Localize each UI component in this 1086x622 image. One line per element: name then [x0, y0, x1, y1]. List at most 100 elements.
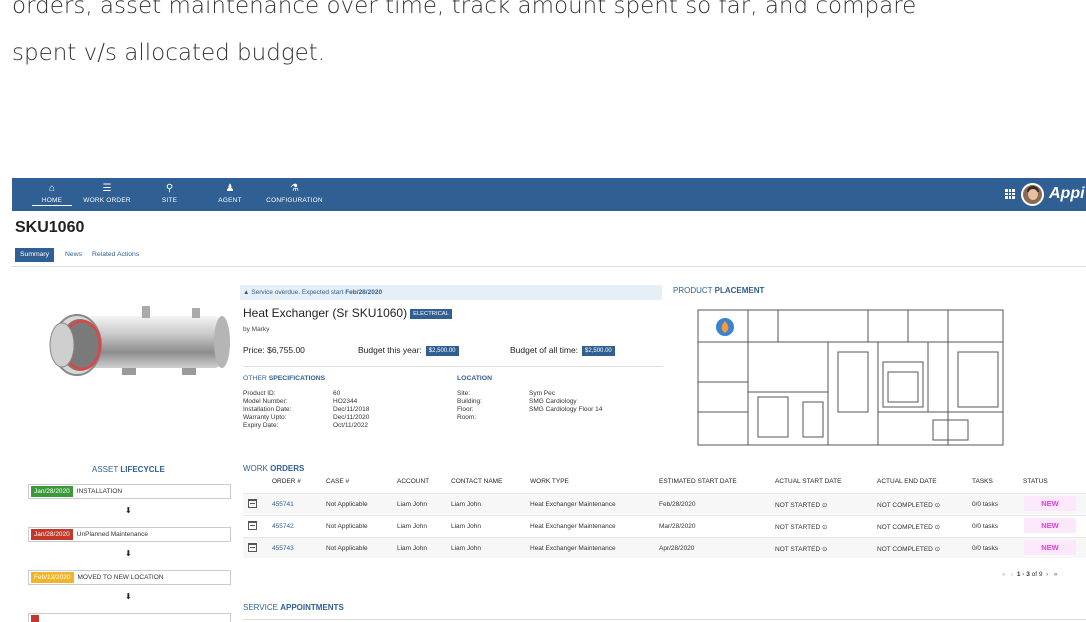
col-order[interactable]: ORDER # — [272, 478, 301, 485]
tab-divider — [12, 266, 1086, 267]
location-heading: LOCATION — [457, 375, 492, 382]
down-arrow-icon: ⬇ — [125, 506, 132, 515]
status-badge: NEW — [1024, 518, 1076, 533]
divider — [243, 366, 663, 367]
col-case[interactable]: CASE # — [326, 478, 349, 485]
location-row: Floor: SMG Cardiology Floor 14 — [457, 406, 603, 413]
user-avatar[interactable] — [1021, 183, 1044, 206]
account-cell: Liam John — [397, 523, 427, 530]
intro-line-2: spent v/s allocated budget. — [12, 40, 326, 66]
nav-agent[interactable]: ♟ AGENT — [215, 178, 245, 211]
status-badge: NEW — [1024, 496, 1076, 511]
location-list: Site: Sym Pec Building: SMG Cardiology Flo… — [457, 390, 667, 422]
last-page-button[interactable]: » — [1054, 571, 1058, 578]
page-title: SKU1060 — [15, 219, 85, 236]
budget-all: Budget of all time: $2,500.00 — [510, 345, 615, 356]
col-actual-end[interactable]: ACTUAL END DATE — [877, 478, 937, 485]
contact-cell: Liam John — [451, 545, 481, 552]
page-total: of 9 — [1031, 571, 1043, 578]
calendar-icon — [248, 499, 257, 508]
col-est-start[interactable]: ESTIMATED START DATE — [659, 478, 737, 485]
actual-end-cell: NOT COMPLETED ⊙ — [877, 546, 941, 553]
col-account[interactable]: ACCOUNT — [397, 478, 429, 485]
spec-row: Expiry Date: Oct/11/2022 — [243, 422, 368, 429]
tasks-cell: 0/0 tasks — [972, 523, 999, 530]
top-navbar: ⌂ HOME ☰ WORK ORDER ⚲ SITE ♟ AGENT ⚗ CON… — [12, 178, 1086, 211]
col-work-type[interactable]: WORK TYPE — [530, 478, 569, 485]
down-arrow-icon: ⬇ — [125, 592, 132, 601]
alert-text: Service overdue. Expected start — [251, 289, 344, 296]
lifecycle-event[interactable]: Jan/28/2020 INSTALLATION — [28, 484, 231, 499]
budget-year-value: $2,500.00 — [425, 346, 459, 356]
nav-home[interactable]: ⌂ HOME — [32, 178, 72, 211]
order-link[interactable]: 455741 — [272, 501, 294, 508]
nav-site[interactable]: ⚲ SITE — [157, 178, 182, 211]
work-orders-heading: WORK ORDERS — [243, 464, 305, 473]
order-link[interactable]: 455743 — [272, 545, 294, 552]
lifecycle-date: Jan/28/2020 — [31, 529, 73, 540]
page-range: 1 - 3 — [1016, 571, 1030, 578]
divider — [243, 619, 1086, 620]
tab-related-actions[interactable]: Related Actions — [87, 248, 144, 262]
lifecycle-label: INSTALLATION — [76, 488, 123, 495]
lifecycle-event[interactable]: Jan/28/2020 UnPlanned Maintenance — [28, 527, 231, 542]
case-cell: Not Applicable — [326, 545, 368, 552]
floor-plan — [697, 309, 1004, 446]
nav-configuration-label: CONFIGURATION — [266, 197, 323, 204]
nav-configuration[interactable]: ⚗ CONFIGURATION — [262, 178, 327, 211]
table-row[interactable]: 455743 Not Applicable Liam John Liam Joh… — [243, 537, 1086, 558]
category-badge: ELECTRICAL — [410, 308, 452, 319]
lifecycle-event[interactable]: Feb/13/2020 MOVED TO NEW LOCATION — [28, 570, 231, 585]
actual-start-cell: NOT STARTED ⊙ — [775, 546, 828, 553]
budget-year-label: Budget this year: — [358, 345, 422, 355]
tab-summary[interactable]: Summary — [15, 248, 55, 262]
app-screenshot: ⌂ HOME ☰ WORK ORDER ⚲ SITE ♟ AGENT ⚗ CON… — [12, 178, 1086, 622]
work-type-cell: Heat Exchanger Maintenance — [530, 545, 616, 552]
est-start-cell: Feb/28/2020 — [659, 501, 696, 508]
account-cell: Liam John — [397, 501, 427, 508]
order-link[interactable]: 455742 — [272, 523, 294, 530]
actual-start-cell: NOT STARTED ⊙ — [775, 502, 828, 509]
service-appointments-heading: SERVICE APPOINTMENTS — [243, 603, 344, 612]
col-contact[interactable]: CONTACT NAME — [451, 478, 502, 485]
apps-grid-icon[interactable] — [1005, 189, 1015, 199]
spec-row: Warranty Upto: Dec/11/2020 — [243, 414, 370, 421]
product-byline: by Marky — [243, 326, 270, 333]
pagination: « ‹ 1 - 3 of 9 › » — [1002, 571, 1057, 578]
home-icon: ⌂ — [48, 183, 56, 194]
location-row: Room: — [457, 414, 477, 421]
case-cell: Not Applicable — [326, 501, 368, 508]
location-row: Building: SMG Cardiology — [457, 398, 577, 405]
lifecycle-label: UnPlanned Maintenance — [76, 531, 148, 538]
prev-page-button[interactable]: ‹ — [1011, 571, 1013, 578]
table-row[interactable]: 455742 Not Applicable Liam John Liam Joh… — [243, 515, 1086, 536]
tab-news[interactable]: News — [60, 248, 87, 262]
table-row[interactable]: 455741 Not Applicable Liam John Liam Joh… — [243, 493, 1086, 514]
col-status[interactable]: STATUS — [1023, 478, 1048, 485]
price: Price: $6,755.00 — [243, 345, 305, 355]
next-page-button[interactable]: › — [1046, 571, 1048, 578]
map-pin-icon: ⚲ — [165, 183, 174, 194]
lifecycle-heading: ASSET LIFECYCLE — [92, 465, 165, 474]
nav-home-label: HOME — [32, 197, 72, 206]
location-row: Site: Sym Pec — [457, 390, 556, 397]
intro-line-1: orders, asset maintenance over time, tra… — [12, 0, 917, 19]
lifecycle-event[interactable] — [28, 613, 231, 622]
alert-date: Feb/28/2020 — [345, 289, 383, 296]
spec-row: Installation Date: Dec/11/2018 — [243, 406, 370, 413]
person-icon: ♟ — [225, 183, 235, 194]
lifecycle-date: Feb/13/2020 — [31, 572, 74, 583]
col-tasks[interactable]: TASKS — [972, 478, 993, 485]
product-name: Heat Exchanger (Sr SKU1060) — [243, 306, 408, 320]
est-start-cell: Mar/28/2020 — [659, 523, 696, 530]
spec-row: Model Number: HO2344 — [243, 398, 358, 405]
specs-list: Product ID: 60 Model Number: HO2344 Instal… — [243, 390, 433, 430]
tasks-cell: 0/0 tasks — [972, 501, 999, 508]
nav-site-label: SITE — [161, 197, 178, 204]
nav-work-order[interactable]: ☰ WORK ORDER — [82, 178, 132, 211]
calendar-icon — [248, 521, 257, 530]
down-arrow-icon: ⬇ — [125, 549, 132, 558]
col-actual-start[interactable]: ACTUAL START DATE — [775, 478, 841, 485]
actual-end-cell: NOT COMPLETED ⊙ — [877, 502, 941, 509]
first-page-button[interactable]: « — [1002, 571, 1006, 578]
